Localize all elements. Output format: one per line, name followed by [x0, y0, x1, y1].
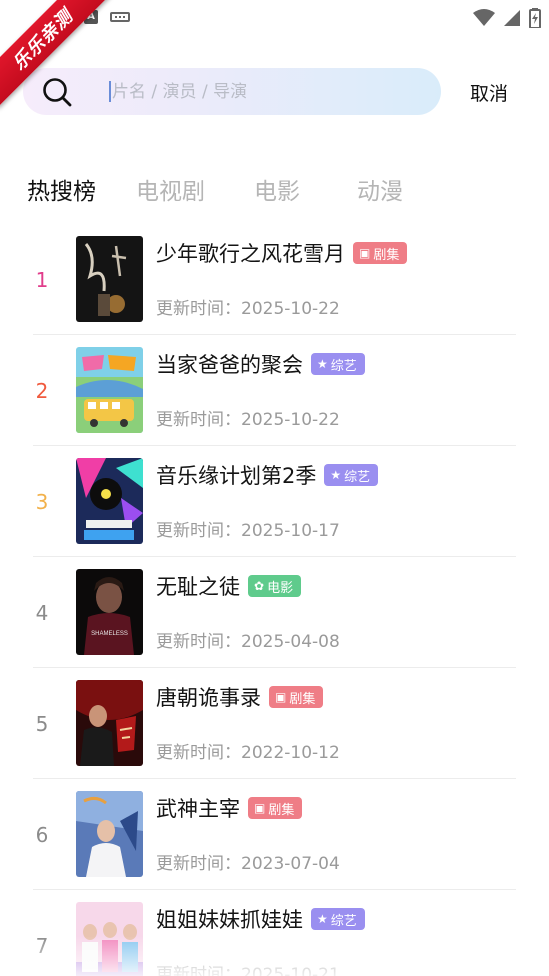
star-icon: ★ [330, 468, 342, 482]
title-line: 武神主宰 ▣ 剧集 [156, 793, 303, 823]
tab-movies[interactable]: 电影 [254, 172, 300, 206]
item-title: 音乐缘计划第2季 [156, 464, 317, 488]
rank-number: 6 [35, 823, 49, 847]
poster-thumbnail[interactable]: SHAMELESS [76, 569, 143, 655]
category-badge: ▣ 剧集 [269, 686, 324, 708]
poster-title-text: SHAMELESS [91, 631, 128, 637]
update-prefix: 更新时间： [156, 965, 241, 976]
badge-label: 剧集 [289, 691, 316, 707]
tab-anime[interactable]: 动漫 [357, 172, 403, 206]
category-badge: ✿ 电影 [248, 575, 302, 597]
update-time: 更新时间：2022-10-12 [156, 738, 340, 763]
item-title: 唐朝诡事录 [156, 686, 261, 710]
star-icon: ★ [317, 357, 328, 371]
status-right [473, 8, 541, 28]
update-time: 更新时间：2025-10-21 [156, 960, 340, 976]
badge-label: 电影 [267, 580, 294, 596]
update-prefix: 更新时间： [156, 410, 241, 430]
tv-icon: ▣ [254, 801, 266, 815]
title-line: 当家爸爸的聚会 ★ 综艺 [156, 349, 365, 379]
update-date: 2023-07-04 [241, 854, 340, 874]
category-badge: ▣ 剧集 [248, 797, 303, 819]
title-line: 音乐缘计划第2季 ★ 综艺 [156, 460, 379, 490]
list-item[interactable]: 4 SHAMELESS 无耻之徒 ✿ 电影更新时间：2025-04-08 [0, 557, 549, 668]
rank-number: 2 [35, 379, 49, 403]
poster-thumbnail[interactable] [76, 902, 143, 976]
title-line: 姐姐妹妹抓娃娃 ★ 综艺 [156, 904, 365, 934]
item-title: 少年歌行之风花雪月 [156, 242, 345, 266]
poster-thumbnail[interactable] [76, 347, 143, 433]
list-item[interactable]: 6 武神主宰 ▣ 剧集更新时间：2023-07-04 [0, 779, 549, 890]
list-item[interactable]: 5 唐朝诡事录 ▣ 剧集更新时间：2022-10-12 [0, 668, 549, 779]
text-caret [109, 81, 111, 102]
item-title: 姐姐妹妹抓娃娃 [156, 908, 303, 932]
rank-number: 5 [35, 712, 49, 736]
title-line: 唐朝诡事录 ▣ 剧集 [156, 682, 324, 712]
star-icon: ★ [317, 912, 328, 926]
list-item[interactable]: 2 当家爸爸的聚会 ★ 综艺更新时间：2025-10-22 [0, 335, 549, 446]
update-time: 更新时间：2025-10-17 [156, 516, 340, 541]
poster-thumbnail[interactable] [76, 680, 143, 766]
list-item[interactable]: 1 少年歌行之风花雪月 ▣ 剧集更新时间：2025-10-22 [0, 224, 549, 335]
update-time: 更新时间：2025-10-22 [156, 405, 340, 430]
tv-icon: ▣ [359, 246, 371, 260]
search-input[interactable] [112, 78, 412, 105]
update-time: 更新时间：2023-07-04 [156, 849, 340, 874]
badge-label: 综艺 [330, 358, 357, 374]
category-tabs: 热搜榜 电视剧 电影 动漫 [27, 172, 527, 206]
update-date: 2022-10-12 [241, 743, 340, 763]
category-badge: ★ 综艺 [324, 464, 379, 486]
category-badge: ★ 综艺 [311, 908, 365, 930]
update-time: 更新时间：2025-10-22 [156, 294, 340, 319]
rank-number: 4 [35, 601, 49, 625]
update-prefix: 更新时间： [156, 743, 241, 763]
update-time: 更新时间：2025-04-08 [156, 627, 340, 652]
list-item[interactable]: 7 姐姐妹妹抓娃娃 ★ 综艺更新时间：2025-10-21 [0, 890, 549, 976]
list-item[interactable]: 3 音乐缘计划第2季 ★ 综艺更新时间：2025-10-17 [0, 446, 549, 557]
badge-label: 综艺 [344, 469, 371, 485]
keyboard-icon [110, 12, 130, 22]
item-title: 武神主宰 [156, 797, 240, 821]
rank-number: 1 [35, 268, 49, 292]
update-prefix: 更新时间： [156, 632, 241, 652]
update-prefix: 更新时间： [156, 299, 241, 319]
poster-thumbnail[interactable] [76, 236, 143, 322]
rank-number: 3 [35, 490, 49, 514]
update-prefix: 更新时间： [156, 521, 241, 541]
item-title: 当家爸爸的聚会 [156, 353, 303, 377]
update-date: 2025-10-22 [241, 299, 340, 319]
update-date: 2025-10-17 [241, 521, 340, 541]
update-date: 2025-04-08 [241, 632, 340, 652]
item-title: 无耻之徒 [156, 575, 240, 599]
tv-icon: ▣ [275, 690, 287, 704]
poster-thumbnail[interactable] [76, 791, 143, 877]
cancel-button[interactable]: 取消 [470, 79, 508, 106]
tab-hot-search[interactable]: 热搜榜 [27, 172, 96, 206]
search-icon[interactable] [42, 77, 72, 107]
category-badge: ★ 综艺 [311, 353, 365, 375]
title-line: 少年歌行之风花雪月 ▣ 剧集 [156, 238, 408, 268]
rank-number: 7 [35, 934, 49, 958]
badge-label: 剧集 [268, 802, 295, 818]
poster-thumbnail[interactable] [76, 458, 143, 544]
search-box[interactable] [23, 68, 441, 115]
battery-icon [529, 8, 541, 28]
category-badge: ▣ 剧集 [353, 242, 408, 264]
wifi-icon [473, 9, 495, 26]
app-root: A 乐乐亲测 取消 热搜榜 电视剧 电影 动漫 1少年歌行之风花雪月▣剧集更新时… [0, 0, 549, 976]
tab-tv-series[interactable]: 电视剧 [136, 172, 205, 206]
update-date: 2025-10-22 [241, 410, 340, 430]
update-prefix: 更新时间： [156, 854, 241, 874]
signal-icon [504, 10, 520, 26]
update-date: 2025-10-21 [241, 965, 340, 976]
badge-label: 剧集 [373, 247, 400, 263]
film-icon: ✿ [254, 579, 265, 593]
title-line: 无耻之徒 ✿ 电影 [156, 571, 302, 601]
badge-label: 综艺 [330, 913, 357, 929]
